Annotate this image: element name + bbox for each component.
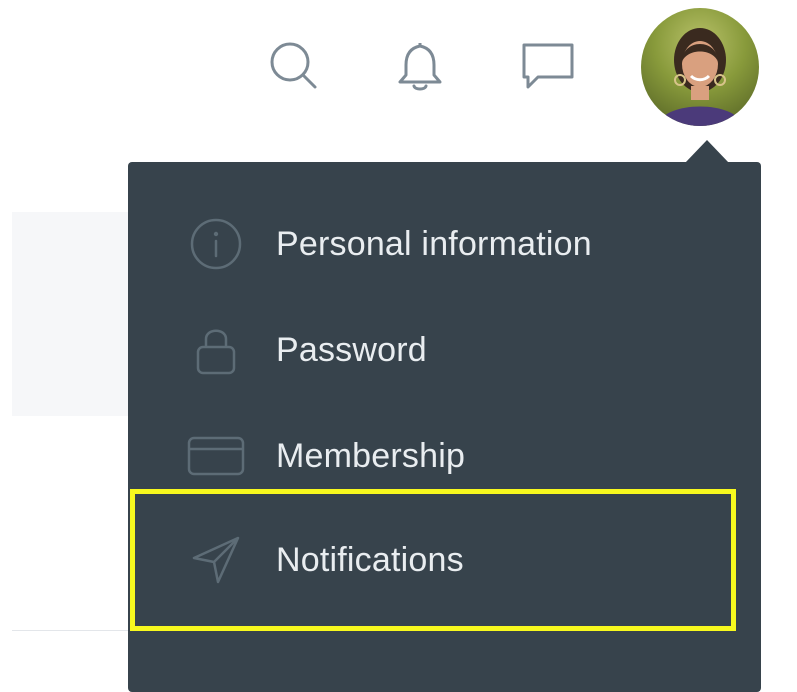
menu-item-notifications[interactable]: Notifications [128, 508, 761, 612]
menu-item-label: Personal information [276, 224, 592, 263]
avatar-photo [657, 28, 743, 126]
chat-icon [522, 43, 574, 89]
page-background-panel [12, 212, 132, 416]
page-divider [12, 630, 132, 631]
menu-item-label: Membership [276, 436, 466, 475]
lock-icon [186, 320, 246, 380]
paper-plane-icon [186, 530, 246, 590]
menu-item-label: Password [276, 330, 427, 369]
notifications-button[interactable] [385, 30, 455, 100]
account-menu: Personal information Password Membership [128, 162, 761, 692]
card-icon [186, 426, 246, 486]
info-icon [186, 214, 246, 274]
menu-caret [685, 140, 729, 163]
search-button[interactable] [258, 30, 328, 100]
menu-item-password[interactable]: Password [128, 298, 761, 402]
menu-item-membership[interactable]: Membership [128, 404, 761, 508]
search-icon [270, 42, 317, 89]
menu-item-label: Notifications [276, 540, 464, 579]
messages-button[interactable] [513, 30, 583, 100]
user-avatar[interactable] [641, 8, 759, 126]
bell-icon [398, 43, 442, 91]
menu-item-personal-information[interactable]: Personal information [128, 192, 761, 296]
